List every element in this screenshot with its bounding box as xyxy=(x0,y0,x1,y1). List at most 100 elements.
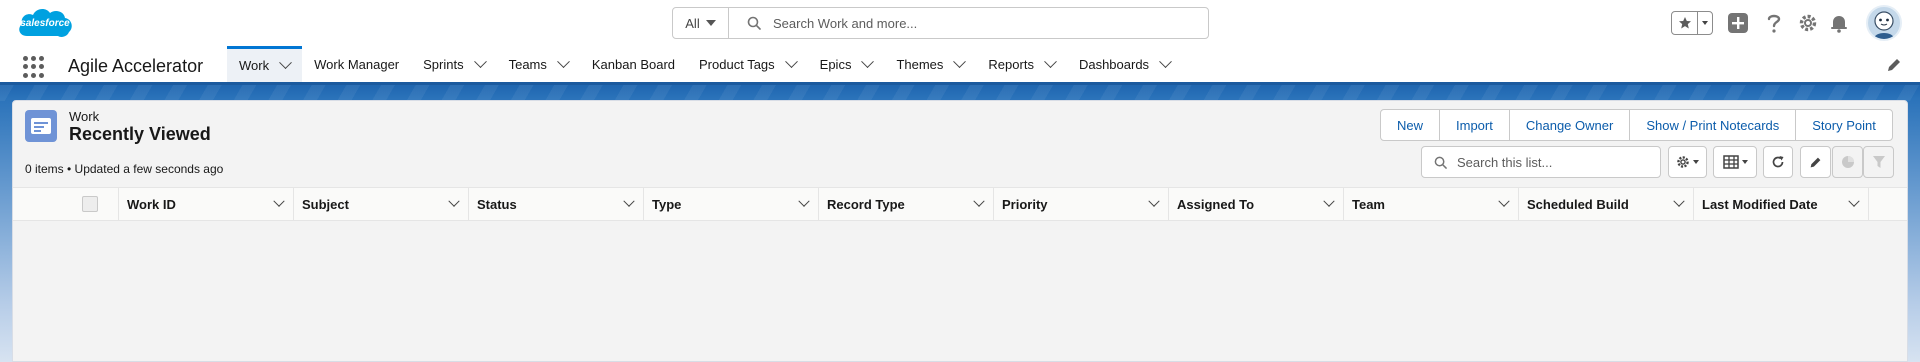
nav-item-work-manager[interactable]: Work Manager xyxy=(302,46,411,82)
gear-icon xyxy=(1799,14,1817,32)
column-header-record-type[interactable]: Record Type xyxy=(819,188,994,220)
global-header: salesforce All xyxy=(0,0,1920,46)
refresh-button[interactable] xyxy=(1763,146,1793,178)
list-search-input[interactable] xyxy=(1457,154,1647,170)
charts-button[interactable] xyxy=(1832,146,1863,178)
chevron-down-icon[interactable] xyxy=(1148,195,1160,207)
salesforce-logo[interactable]: salesforce xyxy=(15,4,75,44)
nav-item-label: Dashboards xyxy=(1078,56,1150,72)
edit-list-button[interactable] xyxy=(1800,146,1831,178)
nav-item-product-tags[interactable]: Product Tags xyxy=(687,46,808,82)
column-label: Assigned To xyxy=(1177,196,1255,212)
nav-item-teams[interactable]: Teams xyxy=(497,46,580,82)
list-settings-button[interactable] xyxy=(1668,146,1707,178)
nav-item-work[interactable]: Work xyxy=(227,46,303,82)
show-print-notecards-button[interactable]: Show / Print Notecards xyxy=(1630,110,1797,140)
column-header-subject[interactable]: Subject xyxy=(294,188,469,220)
chevron-down-icon[interactable] xyxy=(1044,54,1057,68)
nav-item-reports[interactable]: Reports xyxy=(976,46,1067,82)
column-header-scheduled-build[interactable]: Scheduled Build xyxy=(1519,188,1694,220)
user-avatar[interactable] xyxy=(1866,5,1902,41)
launcher-dot xyxy=(23,64,28,70)
favorites-list-button[interactable] xyxy=(1698,12,1712,34)
list-status: 0 items • Updated a few seconds ago xyxy=(25,162,224,176)
column-label: Work ID xyxy=(127,196,176,212)
work-icon xyxy=(31,118,51,134)
bell-icon xyxy=(1831,16,1847,33)
chevron-down-icon[interactable] xyxy=(1323,195,1335,207)
nav-items: Work Work Manager Sprints Teams Kanban B… xyxy=(227,46,1182,82)
column-header-last-modified-date[interactable]: Last Modified Date xyxy=(1694,188,1869,220)
search-scope-dropdown[interactable]: All xyxy=(673,8,729,38)
import-button[interactable]: Import xyxy=(1440,110,1510,140)
pie-chart-icon xyxy=(1841,156,1854,168)
chevron-down-icon[interactable] xyxy=(798,195,810,207)
chevron-down-icon[interactable] xyxy=(1848,195,1860,207)
chevron-down-icon[interactable] xyxy=(1159,54,1172,68)
favorites-group xyxy=(1671,11,1713,35)
favorites-button[interactable] xyxy=(1672,12,1698,34)
nav-item-label: Work Manager xyxy=(314,56,400,72)
filter-button[interactable] xyxy=(1863,146,1894,178)
chevron-down-icon[interactable] xyxy=(273,195,285,207)
caret-down-icon xyxy=(705,20,716,26)
app-name: Agile Accelerator xyxy=(68,56,204,76)
display-as-button[interactable] xyxy=(1713,146,1757,178)
chevron-down-icon[interactable] xyxy=(623,195,635,207)
edit-nav-button[interactable] xyxy=(1886,57,1904,75)
setup-button[interactable] xyxy=(1796,11,1820,35)
nav-item-epics[interactable]: Epics xyxy=(808,46,885,82)
nav-item-kanban-board[interactable]: Kanban Board xyxy=(580,46,687,82)
launcher-dot xyxy=(31,64,36,70)
table-icon xyxy=(1722,155,1739,169)
caret-down-icon xyxy=(1702,21,1708,25)
list-view-title[interactable]: Recently Viewed xyxy=(69,124,211,145)
chevron-down-icon[interactable] xyxy=(1498,195,1510,207)
chevron-down-icon[interactable] xyxy=(1673,195,1685,207)
chevron-down-icon[interactable] xyxy=(973,195,985,207)
chevron-down-icon[interactable] xyxy=(557,54,570,68)
nav-item-label: Epics xyxy=(819,56,852,72)
column-header-status[interactable]: Status xyxy=(469,188,644,220)
column-header-priority[interactable]: Priority xyxy=(994,188,1169,220)
nav-item-label: Themes xyxy=(896,56,944,72)
column-header-type[interactable]: Type xyxy=(644,188,819,220)
chevron-down-icon[interactable] xyxy=(784,54,798,68)
nav-item-themes[interactable]: Themes xyxy=(884,46,976,82)
nav-item-label: Reports xyxy=(988,56,1034,72)
chevron-down-icon[interactable] xyxy=(279,56,292,70)
column-header-assigned-to[interactable]: Assigned To xyxy=(1169,188,1344,220)
notifications-button[interactable] xyxy=(1827,11,1851,35)
global-search-input[interactable] xyxy=(773,15,1173,31)
nav-item-sprints[interactable]: Sprints xyxy=(411,46,496,82)
chevron-down-icon[interactable] xyxy=(473,54,487,68)
pencil-icon xyxy=(1810,157,1821,167)
search-scope-label: All xyxy=(685,15,700,31)
launcher-dot xyxy=(31,56,36,61)
gear-icon xyxy=(1677,156,1689,168)
table-body xyxy=(13,221,1907,361)
chevron-down-icon[interactable] xyxy=(861,54,875,68)
column-label: Last Modified Date xyxy=(1702,196,1818,212)
nav-item-label: Work xyxy=(239,58,270,73)
column-header-team[interactable]: Team xyxy=(1344,188,1519,220)
select-all-checkbox[interactable] xyxy=(82,196,98,212)
column-header-work-id[interactable]: Work ID xyxy=(119,188,294,220)
chevron-down-icon[interactable] xyxy=(953,54,967,68)
column-label: Record Type xyxy=(827,196,905,212)
app-launcher-button[interactable] xyxy=(22,55,46,79)
nav-item-dashboards[interactable]: Dashboards xyxy=(1067,46,1182,82)
list-actions: New Import Change Owner Show / Print Not… xyxy=(1380,109,1893,141)
search-icon xyxy=(1434,156,1447,169)
change-owner-button[interactable]: Change Owner xyxy=(1510,110,1631,140)
launcher-dot xyxy=(31,72,36,78)
global-actions-button[interactable] xyxy=(1726,11,1750,35)
help-button[interactable] xyxy=(1762,11,1786,35)
add-icon xyxy=(1728,13,1748,33)
list-view-card: Work Recently Viewed 0 items • Updated a… xyxy=(12,100,1908,362)
chevron-down-icon[interactable] xyxy=(448,195,460,207)
column-label: Priority xyxy=(1002,196,1048,212)
story-point-button[interactable]: Story Point xyxy=(1796,110,1892,140)
new-button[interactable]: New xyxy=(1381,110,1441,140)
launcher-dot xyxy=(39,56,44,61)
